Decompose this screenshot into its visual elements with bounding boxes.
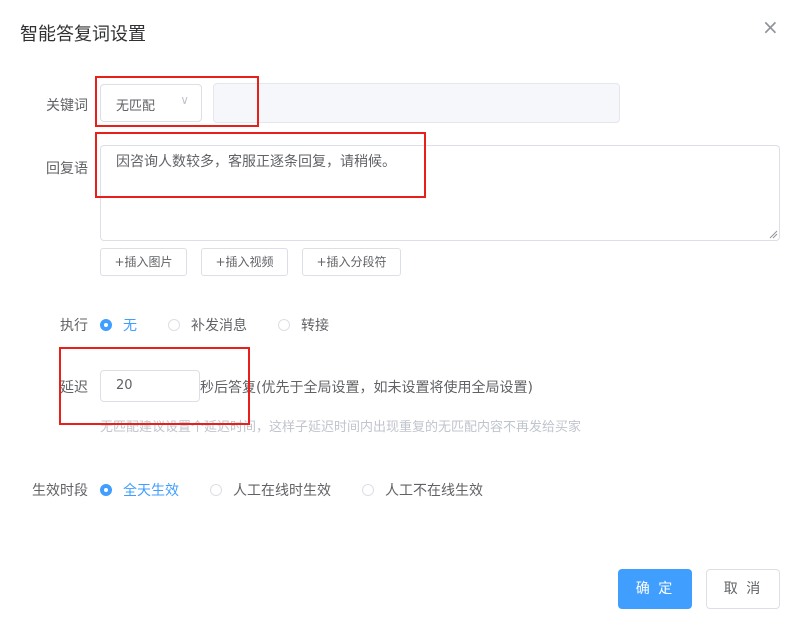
dialog-title: 智能答复词设置: [20, 24, 146, 45]
execute-option-transfer[interactable]: 转接: [278, 315, 329, 335]
delay-seconds-input[interactable]: 20: [100, 370, 200, 402]
delay-suffix-text: 秒后答复(优先于全局设置，如未设置将使用全局设置): [200, 380, 533, 396]
confirm-button[interactable]: 确 定: [618, 569, 692, 609]
keyword-match-select[interactable]: 无匹配 ∨: [100, 84, 202, 122]
radio-checked-icon: [100, 319, 112, 331]
insert-image-button[interactable]: +插入图片: [100, 248, 187, 276]
reply-label: 回复语: [46, 161, 88, 177]
radio-icon: [362, 484, 374, 496]
keyword-label: 关键词: [46, 98, 88, 114]
delay-hint: 无匹配建议设置个延迟时间，这样子延迟时间内出现重复的无匹配内容不再发给买家: [100, 420, 582, 435]
close-icon[interactable]: ×: [762, 17, 779, 37]
keyword-input[interactable]: [213, 83, 620, 123]
execute-option-resend[interactable]: 补发消息: [168, 315, 247, 335]
delay-label: 延迟: [60, 380, 88, 396]
radio-checked-icon: [100, 484, 112, 496]
effective-option-all-day[interactable]: 全天生效: [100, 480, 179, 500]
resize-handle-icon[interactable]: [768, 229, 778, 239]
effective-option-online[interactable]: 人工在线时生效: [210, 480, 331, 500]
cancel-button[interactable]: 取 消: [706, 569, 780, 609]
execute-option-none[interactable]: 无: [100, 315, 137, 335]
keyword-match-value: 无匹配: [116, 99, 156, 114]
effective-option-offline[interactable]: 人工不在线生效: [362, 480, 483, 500]
reply-textarea[interactable]: 因咨询人数较多，客服正逐条回复，请稍候。: [100, 145, 780, 241]
chevron-down-icon: ∨: [180, 93, 189, 107]
execute-label: 执行: [60, 318, 88, 334]
dialog: 智能答复词设置 × 关键词 无匹配 ∨ 回复语 因咨询人数较多，客服正逐条回复，…: [0, 0, 800, 628]
insert-video-button[interactable]: +插入视频: [201, 248, 288, 276]
radio-icon: [278, 319, 290, 331]
insert-separator-button[interactable]: +插入分段符: [302, 248, 401, 276]
radio-icon: [168, 319, 180, 331]
effective-label: 生效时段: [32, 483, 88, 499]
radio-icon: [210, 484, 222, 496]
